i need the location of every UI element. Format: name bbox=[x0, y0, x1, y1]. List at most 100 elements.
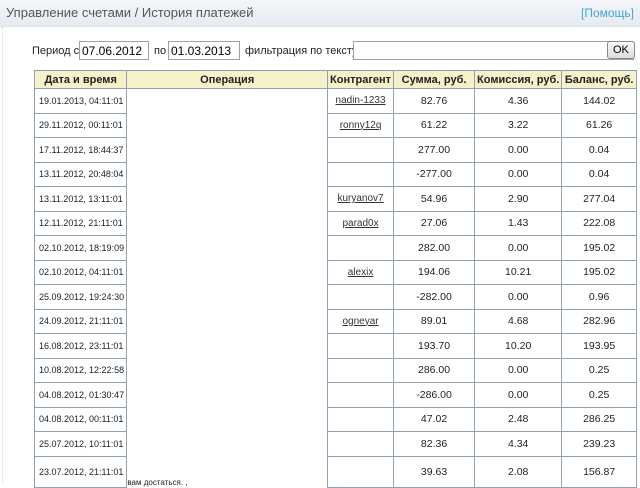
partner-link[interactable]: parad0x bbox=[342, 218, 378, 229]
balance-cell: 195.02 bbox=[561, 259, 637, 285]
balance-cell: 144.02 bbox=[561, 88, 637, 114]
fee-cell: 2.90 bbox=[474, 186, 563, 212]
table-row: 25.07.2012, 10:11:01 82.36 4.34 239.23 bbox=[33, 431, 637, 457]
operation-cell bbox=[126, 88, 329, 113]
column-header: Баланс, руб. bbox=[561, 70, 637, 89]
date-from-input[interactable] bbox=[79, 41, 149, 60]
date-to-label: по bbox=[154, 45, 167, 57]
fee-cell: 10.21 bbox=[474, 259, 563, 285]
sum-cell: -286.00 bbox=[393, 382, 476, 408]
fee-cell: 0.00 bbox=[474, 357, 563, 383]
operation-cell bbox=[126, 358, 329, 383]
table-row: 02.10.2012, 04:11:01 alexix 194.06 10.21 195… bbox=[33, 259, 637, 285]
fee-cell: 0.00 bbox=[474, 137, 563, 163]
operation-cell bbox=[126, 162, 329, 187]
table-row: 04.08.2012, 01:30:47 -286.00 0.00 0.25 bbox=[33, 382, 637, 408]
partner-cell bbox=[327, 406, 395, 432]
fee-cell: 1.43 bbox=[474, 210, 563, 236]
partner-link[interactable]: kuryanov7 bbox=[337, 193, 383, 204]
date-cell: 19.01.2013, 04:11:01 bbox=[33, 88, 128, 114]
partner-link[interactable]: ronny12q bbox=[340, 120, 382, 131]
balance-cell: 239.23 bbox=[561, 431, 637, 457]
balance-cell: 282.96 bbox=[561, 308, 637, 334]
date-cell: 04.08.2012, 00:11:01 bbox=[33, 406, 128, 432]
table-row: 04.08.2012, 00:11:01 47.02 2.48 286.25 bbox=[33, 406, 637, 432]
sum-cell: 39.63 bbox=[393, 455, 476, 488]
table-row: 16.08.2012, 23:11:01 193.70 10.20 193.95 bbox=[33, 333, 637, 359]
sum-cell: 193.70 bbox=[393, 333, 476, 359]
text-filter-label: фильтрация по тексту bbox=[245, 45, 358, 57]
date-cell: 23.07.2012, 21:11:01 bbox=[33, 455, 128, 488]
balance-cell: 0.04 bbox=[561, 161, 637, 187]
left-border bbox=[2, 27, 3, 483]
sum-cell: -282.00 bbox=[393, 284, 476, 310]
table-row: 12.11.2012, 21:11:01 parad0x 27.06 1.43 222.… bbox=[33, 210, 637, 236]
table-row: 19.01.2013, 04:11:01 nadin-1233 82.76 4.36 1… bbox=[33, 88, 637, 114]
partner-link[interactable]: alexix bbox=[348, 267, 374, 278]
sum-cell: 27.06 bbox=[393, 210, 476, 236]
table-row: 24.09.2012, 21:11:01 ogneyar 89.01 4.68 282.… bbox=[33, 308, 637, 334]
column-header: Сумма, руб. bbox=[393, 70, 476, 89]
partner-cell bbox=[327, 161, 395, 187]
table-row: 23.07.2012, 21:11:01 вам достаться. , 39.6… bbox=[33, 455, 637, 488]
column-header: Комиссия, руб. bbox=[474, 70, 563, 89]
operation-cell bbox=[126, 113, 329, 138]
balance-cell: 156.87 bbox=[561, 455, 637, 488]
operation-cell bbox=[126, 407, 329, 432]
sum-cell: 82.76 bbox=[393, 88, 476, 114]
operation-cell bbox=[126, 186, 329, 211]
ok-button[interactable]: OK bbox=[607, 41, 635, 59]
text-filter-input[interactable] bbox=[353, 41, 634, 60]
balance-cell: 193.95 bbox=[561, 333, 637, 359]
table-row: 02.10.2012, 18:19:09 282.00 0.00 195.02 bbox=[33, 235, 637, 261]
partner-cell: alexix bbox=[327, 259, 395, 285]
column-header: Контрагент bbox=[327, 70, 395, 89]
date-to-input[interactable] bbox=[168, 41, 240, 60]
operation-cell bbox=[126, 431, 329, 456]
fee-cell: 0.00 bbox=[474, 235, 563, 261]
partner-cell bbox=[327, 455, 395, 488]
fee-cell: 4.34 bbox=[474, 431, 563, 457]
operation-cell bbox=[126, 137, 329, 162]
partner-cell bbox=[327, 284, 395, 310]
date-cell: 13.11.2012, 13:11:01 bbox=[33, 186, 128, 212]
date-cell: 10.08.2012, 12:22:58 bbox=[33, 357, 128, 383]
sum-cell: -277.00 bbox=[393, 161, 476, 187]
period-from-label: Период с bbox=[32, 45, 80, 57]
operation-cell bbox=[126, 309, 329, 334]
column-header: Операция bbox=[126, 70, 329, 89]
partner-cell: parad0x bbox=[327, 210, 395, 236]
partner-link[interactable]: ogneyar bbox=[342, 316, 378, 327]
fee-cell: 0.00 bbox=[474, 161, 563, 187]
table-row: 17.11.2012, 18:44:37 277.00 0.00 0.04 bbox=[33, 137, 637, 163]
date-cell: 02.10.2012, 04:11:01 bbox=[33, 259, 128, 285]
date-cell: 13.11.2012, 20:48:04 bbox=[33, 161, 128, 187]
operation-cell: вам достаться. , bbox=[126, 456, 329, 487]
balance-cell: 0.04 bbox=[561, 137, 637, 163]
fee-cell: 10.20 bbox=[474, 333, 563, 359]
table-row: 13.11.2012, 13:11:01 kuryanov7 54.96 2.90 27… bbox=[33, 186, 637, 212]
partner-link[interactable]: nadin-1233 bbox=[336, 95, 386, 106]
partner-cell bbox=[327, 382, 395, 408]
table-row: 29.11.2012, 00:11:01 ronny12q 61.22 3.22 61.… bbox=[33, 112, 637, 138]
fee-cell: 0.00 bbox=[474, 382, 563, 408]
operation-cell bbox=[126, 260, 329, 285]
sum-cell: 47.02 bbox=[393, 406, 476, 432]
partner-cell: ronny12q bbox=[327, 112, 395, 138]
help-link[interactable]: [Помощь] bbox=[581, 6, 634, 20]
date-cell: 16.08.2012, 23:11:01 bbox=[33, 333, 128, 359]
fee-cell: 4.68 bbox=[474, 308, 563, 334]
operation-cell bbox=[126, 211, 329, 236]
fee-cell: 2.48 bbox=[474, 406, 563, 432]
date-cell: 25.09.2012, 19:24:30 bbox=[33, 284, 128, 310]
operation-cell bbox=[126, 333, 329, 358]
payments-table: Дата и время Операция Контрагент Сумма, руб… bbox=[33, 70, 637, 488]
balance-cell: 277.04 bbox=[561, 186, 637, 212]
operation-cell bbox=[126, 382, 329, 407]
page-title: Управление счетами / История платежей bbox=[6, 5, 254, 20]
operation-cell bbox=[126, 235, 329, 260]
sum-cell: 54.96 bbox=[393, 186, 476, 212]
date-cell: 02.10.2012, 18:19:09 bbox=[33, 235, 128, 261]
partner-cell: ogneyar bbox=[327, 308, 395, 334]
balance-cell: 0.96 bbox=[561, 284, 637, 310]
